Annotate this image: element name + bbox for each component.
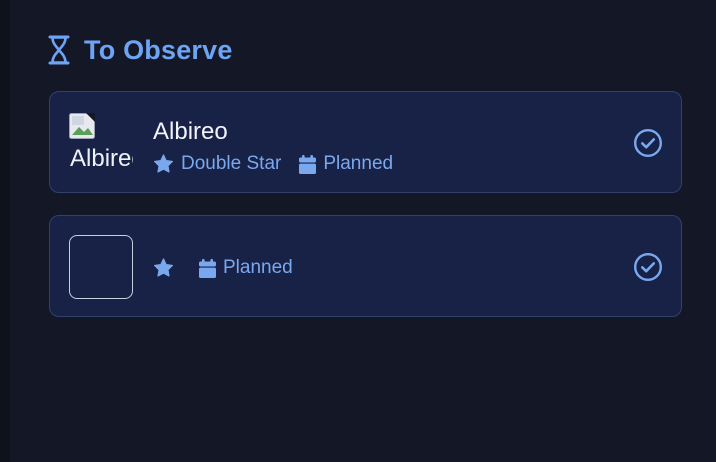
app-root: To Observe Albireo Albireo Double Star xyxy=(0,0,716,462)
broken-image-icon xyxy=(69,113,95,139)
meta-row: Double Star Planned xyxy=(153,152,411,176)
meta-row: Planned xyxy=(153,256,311,280)
status: Planned xyxy=(299,153,393,175)
sidebar-edge xyxy=(0,0,10,462)
star-icon xyxy=(154,258,173,277)
check-circle-icon xyxy=(633,252,663,282)
hourglass-icon xyxy=(48,35,70,65)
section-title: To Observe xyxy=(84,34,233,65)
mark-observed-button[interactable] xyxy=(633,252,663,282)
check-circle-icon xyxy=(633,128,663,158)
observation-card[interactable]: Planned xyxy=(49,215,682,317)
status: Planned xyxy=(199,257,293,279)
section-header: To Observe xyxy=(48,33,233,67)
calendar-icon xyxy=(199,258,216,278)
status-label: Planned xyxy=(223,257,293,278)
object-thumbnail xyxy=(69,235,133,299)
object-thumbnail: Albireo xyxy=(69,111,133,175)
status-label: Planned xyxy=(323,153,394,174)
object-type xyxy=(153,258,181,278)
star-icon xyxy=(154,154,173,173)
object-type: Double Star xyxy=(153,153,281,175)
thumbnail-alt-text: Albireo xyxy=(70,145,133,172)
mark-observed-button[interactable] xyxy=(633,128,663,158)
observation-card[interactable]: Albireo Albireo Double Star xyxy=(49,91,682,193)
object-type-label: Double Star xyxy=(181,153,282,174)
object-name: Albireo xyxy=(153,118,228,145)
calendar-icon xyxy=(299,154,317,174)
